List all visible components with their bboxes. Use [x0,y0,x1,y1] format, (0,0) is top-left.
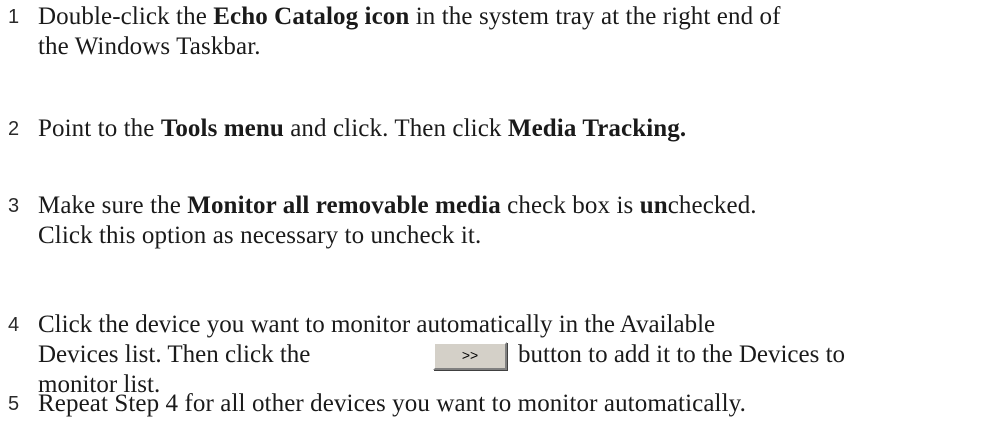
step-number: 5 [8,393,20,415]
text-segment: Double-click the [38,3,214,30]
step-number: 3 [8,195,20,217]
bold-term: Media Tracking. [507,115,687,142]
bold-term: un [639,192,668,219]
step-text: Point to the Tools menu and click. Then … [38,114,988,144]
step-text: Double-click the Echo Catalog icon in th… [38,2,988,62]
step-text: Make sure the Monitor all removable medi… [38,191,988,251]
text-segment: checked. [667,192,757,219]
step-text-line: Devices list. Then click the [38,341,311,368]
text-segment: Click this option as necessary to unchec… [38,222,482,249]
bold-term: Monitor all removable media [187,192,501,219]
bold-term: Echo Catalog icon [213,3,410,30]
instruction-document: 1 Double-click the Echo Catalog icon in … [0,0,996,433]
step-text-line: Click the device you want to monitor aut… [38,311,716,338]
add-device-button[interactable]: >> [433,342,507,370]
bold-term: Tools menu [160,115,284,142]
text-segment: Point to the [38,115,161,142]
step-number: 1 [8,6,20,28]
text-segment: and click. Then click [283,115,508,142]
step-text: Repeat Step 4 for all other devices you … [38,390,746,417]
step-number: 2 [8,118,20,140]
text-segment: check box is [500,192,640,219]
text-segment: the Windows Taskbar. [38,33,261,60]
text-segment: Make sure the [38,192,188,219]
text-segment: in the system tray at the right end of [409,3,781,30]
step-text-line: button to add it to the Devices to [518,341,846,368]
step-number: 4 [8,314,20,336]
